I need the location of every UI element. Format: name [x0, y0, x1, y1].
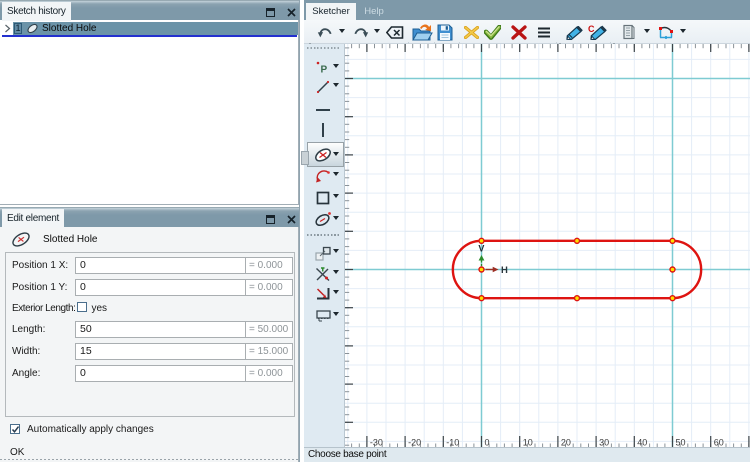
svg-text:-10: -10 [446, 438, 459, 448]
svg-text:30: 30 [599, 438, 609, 448]
svg-text:0: 0 [485, 438, 490, 448]
svg-text:H: H [501, 265, 508, 276]
svg-text:-20: -20 [408, 438, 421, 448]
svg-text:V: V [478, 243, 484, 253]
svg-text:50: 50 [676, 438, 686, 448]
svg-text:20: 20 [561, 438, 571, 448]
svg-text:10: 10 [523, 438, 533, 448]
svg-text:C: C [588, 24, 595, 34]
svg-text:40: 40 [637, 438, 647, 448]
svg-text:-30: -30 [370, 438, 383, 448]
svg-text:60: 60 [714, 438, 724, 448]
svg-text:P: P [321, 65, 328, 76]
